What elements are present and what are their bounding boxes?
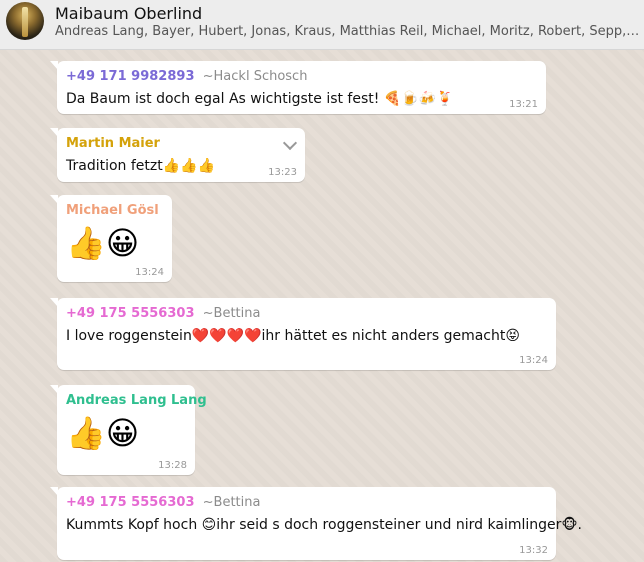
message-text: Tradition fetzt👍👍👍 [66,158,216,174]
sender-number[interactable]: +49 175 5556303 [66,495,195,510]
message-bubble[interactable]: Andreas Lang Lang 👍😀 13:28 [50,385,207,475]
message-time: 13:32 [519,545,548,556]
chat-members: Andreas Lang, Bayer, Hubert, Jonas, Krau… [55,24,640,39]
message-bubble[interactable]: Michael Gösl 👍😀 13:24 [50,195,172,282]
sender-name[interactable]: Andreas Lang Lang [66,393,207,409]
sender-alias: ~Bettina [202,306,261,321]
message-text: Da Baum ist doch egal As wichtigste ist … [66,91,454,107]
chat-header[interactable]: Maibaum Oberlind Andreas Lang, Bayer, Hu… [0,0,644,50]
message-bubble[interactable]: Martin Maier Tradition fetzt👍👍👍 13:23 [50,128,305,182]
group-avatar[interactable] [6,2,44,40]
message-time: 13:24 [135,267,164,278]
sender-name[interactable]: Martin Maier [66,136,296,152]
sender-alias: ~Bettina [202,495,261,510]
message-time: 13:21 [509,99,538,110]
message-bubble[interactable]: +49 171 9982893 ~Hackl Schosch Da Baum i… [50,61,546,114]
emoji-message: 👍😀 [66,224,140,262]
message-time: 13:23 [268,167,297,178]
sender-number[interactable]: +49 171 9982893 [66,69,195,84]
chat-title: Maibaum Oberlind [55,4,203,23]
sender-name[interactable]: Michael Gösl [66,203,163,219]
message-text: I love roggenstein❤️❤️❤️❤️ihr hättet es … [66,328,520,344]
message-bubble[interactable]: +49 175 5556303 ~Bettina I love roggenst… [50,298,556,370]
message-bubble[interactable]: +49 175 5556303 ~Bettina Kummts Kopf hoc… [50,487,583,560]
message-time: 13:28 [158,460,187,471]
emoji-message: 👍😀 [66,414,140,452]
sender-alias: ~Hackl Schosch [202,69,308,84]
message-time: 13:24 [519,355,548,366]
message-text: Kummts Kopf hoch 😊ihr seid s doch roggen… [66,517,583,533]
sender-number[interactable]: +49 175 5556303 [66,306,195,321]
